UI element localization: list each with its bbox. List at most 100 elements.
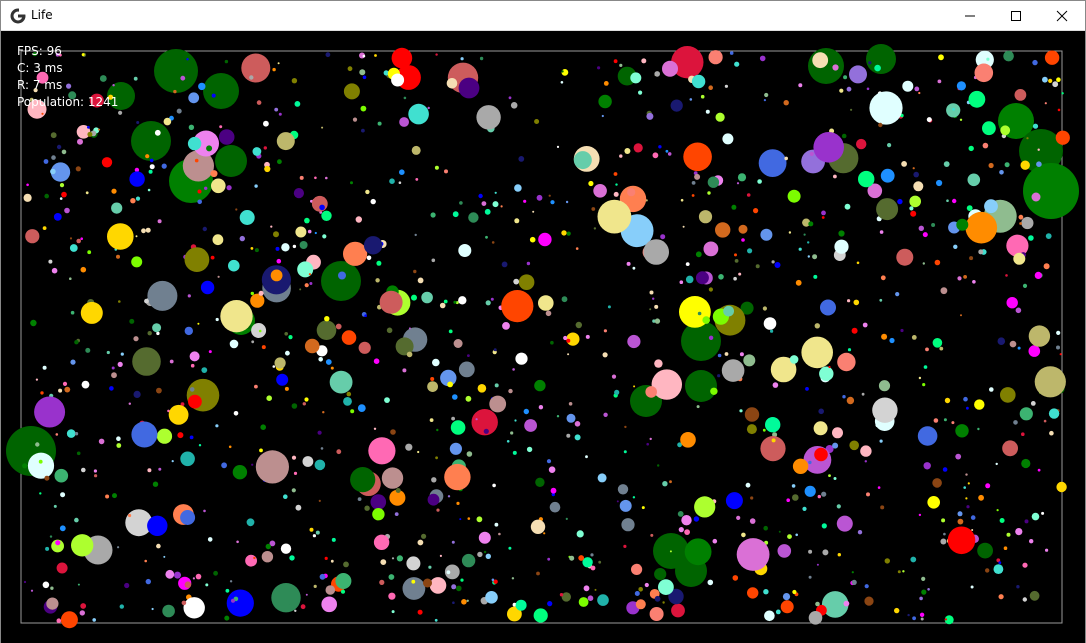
particle [932, 338, 943, 348]
particle [614, 389, 620, 395]
particle [253, 556, 256, 560]
particle [734, 259, 739, 263]
particle [937, 79, 942, 84]
particle [598, 560, 602, 564]
particle [318, 357, 324, 362]
particle [997, 337, 1006, 346]
particle [955, 424, 969, 438]
particle [485, 591, 498, 604]
particle [251, 323, 267, 338]
particle [844, 203, 851, 210]
particle [204, 186, 208, 190]
particle [697, 311, 702, 316]
title-bar[interactable]: Life [1, 1, 1085, 31]
particle [477, 384, 487, 393]
particle [251, 340, 255, 344]
particle [763, 317, 777, 330]
particle [297, 261, 314, 278]
particle [228, 259, 240, 272]
particle [911, 335, 917, 340]
particle [85, 191, 89, 195]
particle [388, 592, 396, 600]
particle [538, 405, 544, 410]
particle [856, 138, 867, 150]
particle [236, 540, 239, 544]
close-button[interactable] [1039, 1, 1085, 31]
particle [953, 244, 958, 249]
particle [568, 402, 573, 406]
particle [490, 297, 494, 301]
particle [984, 199, 998, 214]
particle [860, 445, 872, 457]
particle [376, 260, 382, 266]
particle [1022, 283, 1028, 288]
particle [970, 515, 976, 520]
particle [264, 165, 271, 173]
particle [44, 193, 49, 199]
particle [330, 366, 334, 370]
particle [931, 223, 936, 227]
particle [927, 588, 930, 591]
particle [384, 397, 390, 403]
particle [878, 380, 891, 392]
particle [444, 169, 448, 174]
particle [94, 474, 98, 478]
particle [475, 418, 478, 421]
particle [1004, 162, 1010, 168]
particle [361, 128, 365, 133]
particle [771, 438, 776, 443]
particle [293, 471, 298, 475]
simulation-canvas[interactable]: FPS: 96 C: 3 ms R: 7 ms Population: 1241 [1, 31, 1085, 643]
particle [1037, 468, 1041, 472]
particle [576, 530, 584, 538]
particle [821, 210, 826, 216]
particle [249, 75, 254, 80]
particle [921, 576, 926, 582]
particle [165, 569, 175, 579]
particle [757, 179, 762, 184]
particle [461, 553, 476, 568]
particle [515, 352, 528, 365]
particle [750, 496, 754, 500]
particle [792, 458, 809, 474]
minimize-button[interactable] [947, 1, 993, 31]
particle [23, 580, 27, 584]
particle [459, 201, 463, 205]
particle [494, 383, 499, 388]
particle [624, 425, 627, 429]
particle [201, 367, 208, 373]
particle [1032, 123, 1039, 129]
particle [585, 455, 588, 459]
particle [963, 396, 968, 402]
particle [343, 397, 352, 406]
particle [923, 462, 931, 470]
particle [302, 402, 306, 406]
particle [956, 81, 967, 91]
particle [1018, 214, 1024, 220]
particle [458, 361, 475, 378]
particle [982, 121, 996, 136]
particle [476, 105, 501, 130]
particle [543, 532, 546, 535]
particle [662, 60, 678, 77]
particle [307, 229, 312, 234]
particle [85, 347, 91, 353]
particle [321, 126, 324, 129]
particle [667, 152, 672, 156]
particle [649, 437, 652, 441]
particle [1002, 440, 1018, 457]
particle [910, 556, 917, 563]
particle [357, 497, 362, 501]
particle [171, 460, 174, 463]
particle [485, 300, 491, 306]
maximize-button[interactable] [993, 1, 1039, 31]
particle [458, 77, 480, 99]
particle [566, 413, 576, 423]
particle [613, 172, 618, 176]
particle [59, 197, 63, 200]
particle [453, 300, 457, 304]
particle [951, 421, 955, 425]
particle [970, 585, 974, 589]
particle [380, 559, 387, 565]
particle [703, 241, 719, 257]
